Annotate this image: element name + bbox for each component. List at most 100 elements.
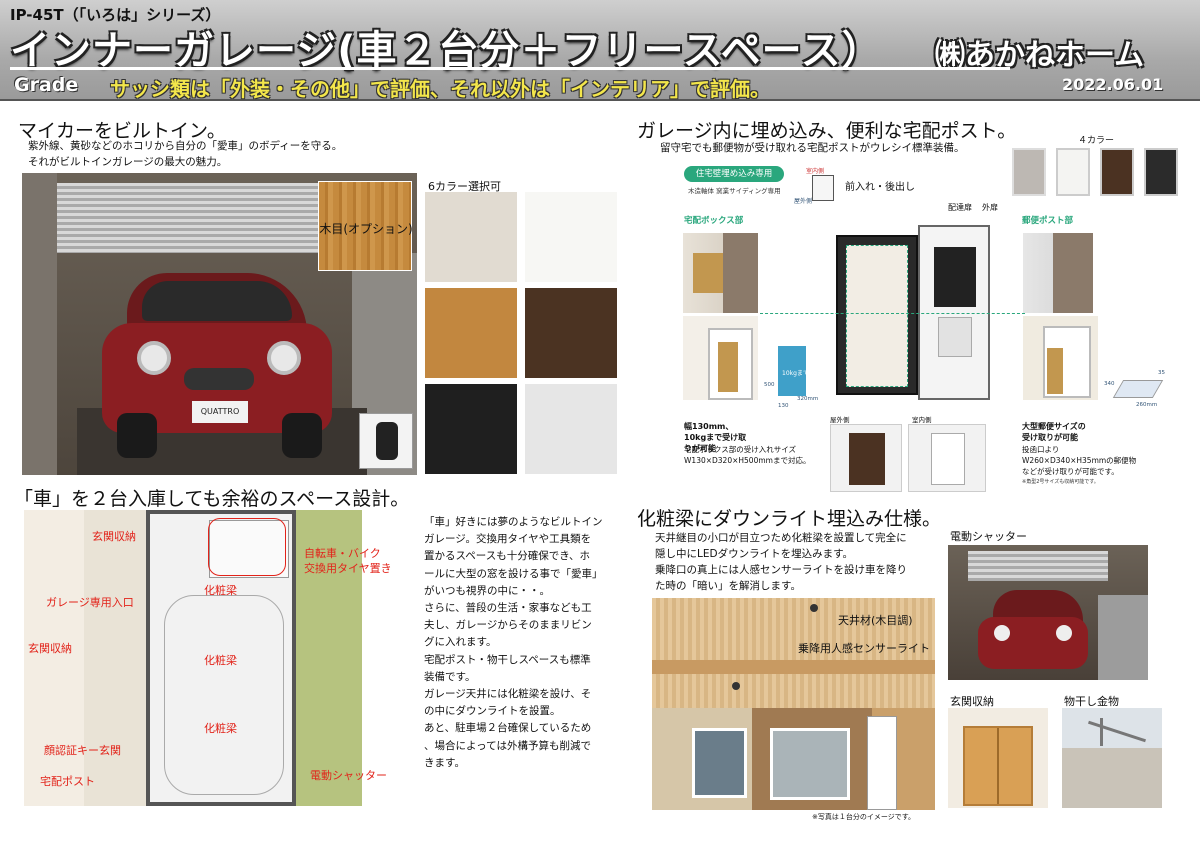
plan-label-tire: 交換用タイヤ置き xyxy=(304,562,392,575)
downlight-line-1: 天井継目の小口が目立つため化粧梁を設置して完全に xyxy=(655,532,907,544)
mail-insert-photo xyxy=(1023,233,1093,313)
section-heading-post: ガレージ内に埋め込み、便利な宅配ポスト。 xyxy=(637,120,1017,142)
grade-label: Grade xyxy=(14,74,79,96)
capacity-desc: 宅配ボックス部の受け入れサイズ W130×D320×H500mmまで対応。 xyxy=(684,445,811,465)
plan-label-garage-entry: ガレージ専用入口 xyxy=(46,596,134,609)
dim-500: 500 xyxy=(764,382,775,388)
room-in-small: 室内側 xyxy=(806,168,825,175)
plan-label-beam-2: 化粧梁 xyxy=(204,654,237,667)
delivery-door-label: 配達扉 xyxy=(948,203,972,212)
shutter-label: 電動シャッター xyxy=(950,530,1027,543)
plan-label-beam-3: 化粧梁 xyxy=(204,722,237,735)
delivery-box-open-photo xyxy=(683,316,758,400)
grade-text: サッシ類は「外装・その他」で評価、それ以外は「インテリア」で評価。 xyxy=(110,77,770,101)
shutter-car-photo xyxy=(948,545,1148,680)
wood-option-swatch: 木目(オプション) xyxy=(318,181,413,271)
space-body-line: あと、駐車場２台確保しているため xyxy=(424,722,592,735)
space-body-line: ガレージ。交換用タイヤや工具類を xyxy=(424,533,592,546)
section-heading-space: 「車」を２台入庫しても余裕のスペース設計。 xyxy=(14,488,410,510)
space-body-line: ガレージ天井には化粧梁を設け、そ xyxy=(424,688,592,701)
post-color-2 xyxy=(1056,148,1090,196)
downlight-line-4: た時の「暗い」を解消します。 xyxy=(655,580,801,592)
dim-340: 340 xyxy=(1104,381,1115,387)
space-body-line: ールに大型の窓を設ける事で「愛車」 xyxy=(424,567,603,580)
builtin-line-2: それがビルトインガレージの最大の魅力。 xyxy=(28,156,228,168)
beam xyxy=(652,660,935,674)
plan-label-bike: 自転車・バイク xyxy=(304,547,381,560)
outer-door-label: 外扉 xyxy=(982,203,998,212)
color-swatch-2 xyxy=(525,192,617,282)
dim-320: 320mm xyxy=(797,396,819,402)
sensor-light-icon xyxy=(810,604,818,612)
guide-line xyxy=(760,313,1025,314)
mail-size-diagram xyxy=(1112,380,1164,398)
plan-label-entrance-storage: 玄関収納 xyxy=(28,642,72,655)
post-color-1 xyxy=(1012,148,1046,196)
ceiling-photo xyxy=(652,598,935,810)
color-swatch-1 xyxy=(425,192,517,282)
wood-option-label: 木目(オプション) xyxy=(319,222,413,236)
delivery-insert-photo xyxy=(683,233,758,313)
license-plate: QUATTRO xyxy=(192,401,248,423)
sensor-light-label: 乗降用人感センサーライト xyxy=(798,642,930,655)
builtin-line-1: 紫外線、黄砂などのホコリから自分の「愛車」のボディーを守る。 xyxy=(28,140,343,152)
bike-area-highlight xyxy=(208,518,286,576)
downlight-line-2: 隠し中にLEDダウンライトを埋込みます。 xyxy=(655,548,854,560)
remote-key-photo xyxy=(359,413,413,469)
hanger-label: 物干し金物 xyxy=(1064,695,1119,708)
mail-note: ※角型2号サイズも収納可能です。 xyxy=(1022,479,1099,485)
mail-post-label: 郵便ポスト部 xyxy=(1022,216,1074,226)
inside-view xyxy=(908,424,986,492)
space-body-line: きます。 xyxy=(424,756,465,769)
front-back-label: 前入れ・後出し xyxy=(845,182,915,193)
space-body-line: 「車」好きには夢のようなビルトイン xyxy=(424,516,603,528)
post-color-3 xyxy=(1100,148,1134,196)
space-body-line: さらに、普段の生活・家事なども工 xyxy=(424,602,592,615)
photo-note: ※写真は１台分のイメージです。 xyxy=(812,813,916,821)
dim-35: 35 xyxy=(1158,370,1165,376)
space-body-line: 装備です。 xyxy=(424,670,476,683)
post-intro: 留守宅でも郵便物が受け取れる宅配ポストがウレシイ標準装備。 xyxy=(660,142,965,154)
outside-label: 屋外側 xyxy=(830,416,850,424)
outside-view xyxy=(830,424,902,492)
space-body-line: がいつも視界の中に・・。 xyxy=(424,584,550,597)
plan-label-beam-1: 化粧梁 xyxy=(204,584,237,597)
mail-title: 大型郵便サイズの受け取りが可能 xyxy=(1022,422,1086,442)
downlight-line-3: 乗降口の真上には人感センサーライトを設け車を降り xyxy=(655,564,907,576)
outside-small: 屋外側 xyxy=(794,198,813,205)
delivery-box-label: 宅配ボックス部 xyxy=(684,216,744,226)
title-underline xyxy=(10,67,1010,70)
headlight-left-icon xyxy=(137,341,171,375)
section-heading-downlight: 化粧梁にダウンライト埋込み仕様。 xyxy=(637,508,942,530)
plan-label-face-key: 顔認証キー玄関 xyxy=(44,744,121,757)
post-color-4 xyxy=(1144,148,1178,196)
weight-label: 10kgまで xyxy=(782,370,809,377)
space-body-line: グに入れます。 xyxy=(424,636,497,649)
space-body-line: の中にダウンライトを設置。 xyxy=(424,705,561,718)
wood-frame-note: 木造軸体 窯業サイディング専用 xyxy=(688,187,781,195)
mail-box-open-photo xyxy=(1023,316,1098,400)
date: 2022.06.01 xyxy=(1062,75,1164,94)
headlight-right-icon xyxy=(267,341,301,375)
inside-label: 室内側 xyxy=(912,416,932,424)
car-outline-icon xyxy=(164,595,284,795)
storage-label: 玄関収納 xyxy=(950,695,994,708)
space-body-line: 夫し、ガレージからそのままリビン xyxy=(424,619,592,632)
ceiling-material-label: 天井材(木目調) xyxy=(838,614,913,627)
color-swatch-3 xyxy=(425,288,517,378)
color-swatch-6 xyxy=(525,384,617,474)
mail-desc: 投函口より W260×D340×H35mmの郵便物などが受け取りが可能です。 xyxy=(1022,445,1137,476)
entrance-storage-photo xyxy=(948,708,1048,808)
clothes-hanger-photo xyxy=(1062,708,1162,808)
color-swatch-5 xyxy=(425,384,517,474)
header-banner: IP-45T（「いろは」シリーズ） インナーガレージ(車２台分＋フリースペース）… xyxy=(0,0,1200,101)
hanger-rod-icon xyxy=(1088,720,1146,743)
four-colors-label: ４カラー xyxy=(1078,136,1115,146)
space-body-line: 置かるスペースも十分確保でき、ホ xyxy=(424,550,591,563)
dim-260: 260mm xyxy=(1136,402,1158,408)
dim-130: 130 xyxy=(778,403,789,409)
post-unit-door xyxy=(836,235,918,395)
space-body-text: 「車」好きには夢のようなビルトイン ガレージ。交換用タイヤや工具類を 置かるスペ… xyxy=(424,514,614,772)
plan-label-shutter: 電動シャッター xyxy=(310,769,387,782)
shutter-slats xyxy=(52,183,342,253)
